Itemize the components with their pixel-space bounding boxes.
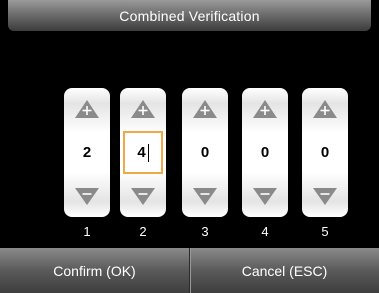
title-bar: Combined Verification [8,0,371,31]
digit-field[interactable]: 0 [245,131,285,174]
digit-wheel-4: 0 [242,88,288,217]
increment-button[interactable] [185,92,225,126]
text-caret [147,143,149,162]
decrement-button[interactable] [185,179,225,213]
digit-value: 4 [137,144,146,161]
confirm-button[interactable]: Confirm (OK) [0,248,189,293]
arrow-down-icon [193,188,217,205]
page-title: Combined Verification [119,7,260,24]
arrow-up-icon [75,100,99,118]
digit-field[interactable]: 0 [185,131,225,174]
increment-button[interactable] [123,92,163,126]
digit-value: 0 [200,144,210,161]
decrement-button[interactable] [67,179,107,213]
arrow-up-icon [313,100,337,118]
digit-wheel-1: 2 [64,88,110,217]
wheel-label: 2 [139,224,147,239]
decrement-button[interactable] [245,179,285,213]
increment-button[interactable] [67,92,107,126]
increment-button[interactable] [305,92,345,126]
digit-wheel-3: 0 [182,88,228,217]
digit-field[interactable]: 0 [305,131,345,174]
arrow-down-icon [313,188,337,205]
arrow-up-icon [131,100,155,118]
arrow-down-icon [75,188,99,205]
wheel-label: 4 [261,224,269,239]
combined-verification-screen: Combined Verification 2 1 4 2 0 3 0 4 0 … [0,0,379,293]
digit-field-active[interactable]: 4 [123,131,163,174]
digit-field[interactable]: 2 [67,131,107,174]
increment-button[interactable] [245,92,285,126]
wheel-label: 5 [321,224,329,239]
digit-value: 2 [82,144,92,161]
softkey-bar: Confirm (OK) Cancel (ESC) [0,248,379,293]
digit-wheel-2: 4 [120,88,166,217]
decrement-button[interactable] [123,179,163,213]
arrow-down-icon [253,188,277,205]
digit-wheel-5: 0 [302,88,348,217]
decrement-button[interactable] [305,179,345,213]
wheel-label: 1 [83,224,91,239]
digit-value: 0 [320,144,330,161]
cancel-button[interactable]: Cancel (ESC) [190,248,379,293]
arrow-up-icon [253,100,277,118]
wheel-label: 3 [201,224,209,239]
digit-wheels: 2 1 4 2 0 3 0 4 0 5 [0,88,379,239]
arrow-up-icon [193,100,217,118]
digit-value: 0 [260,144,270,161]
arrow-down-icon [131,188,155,205]
